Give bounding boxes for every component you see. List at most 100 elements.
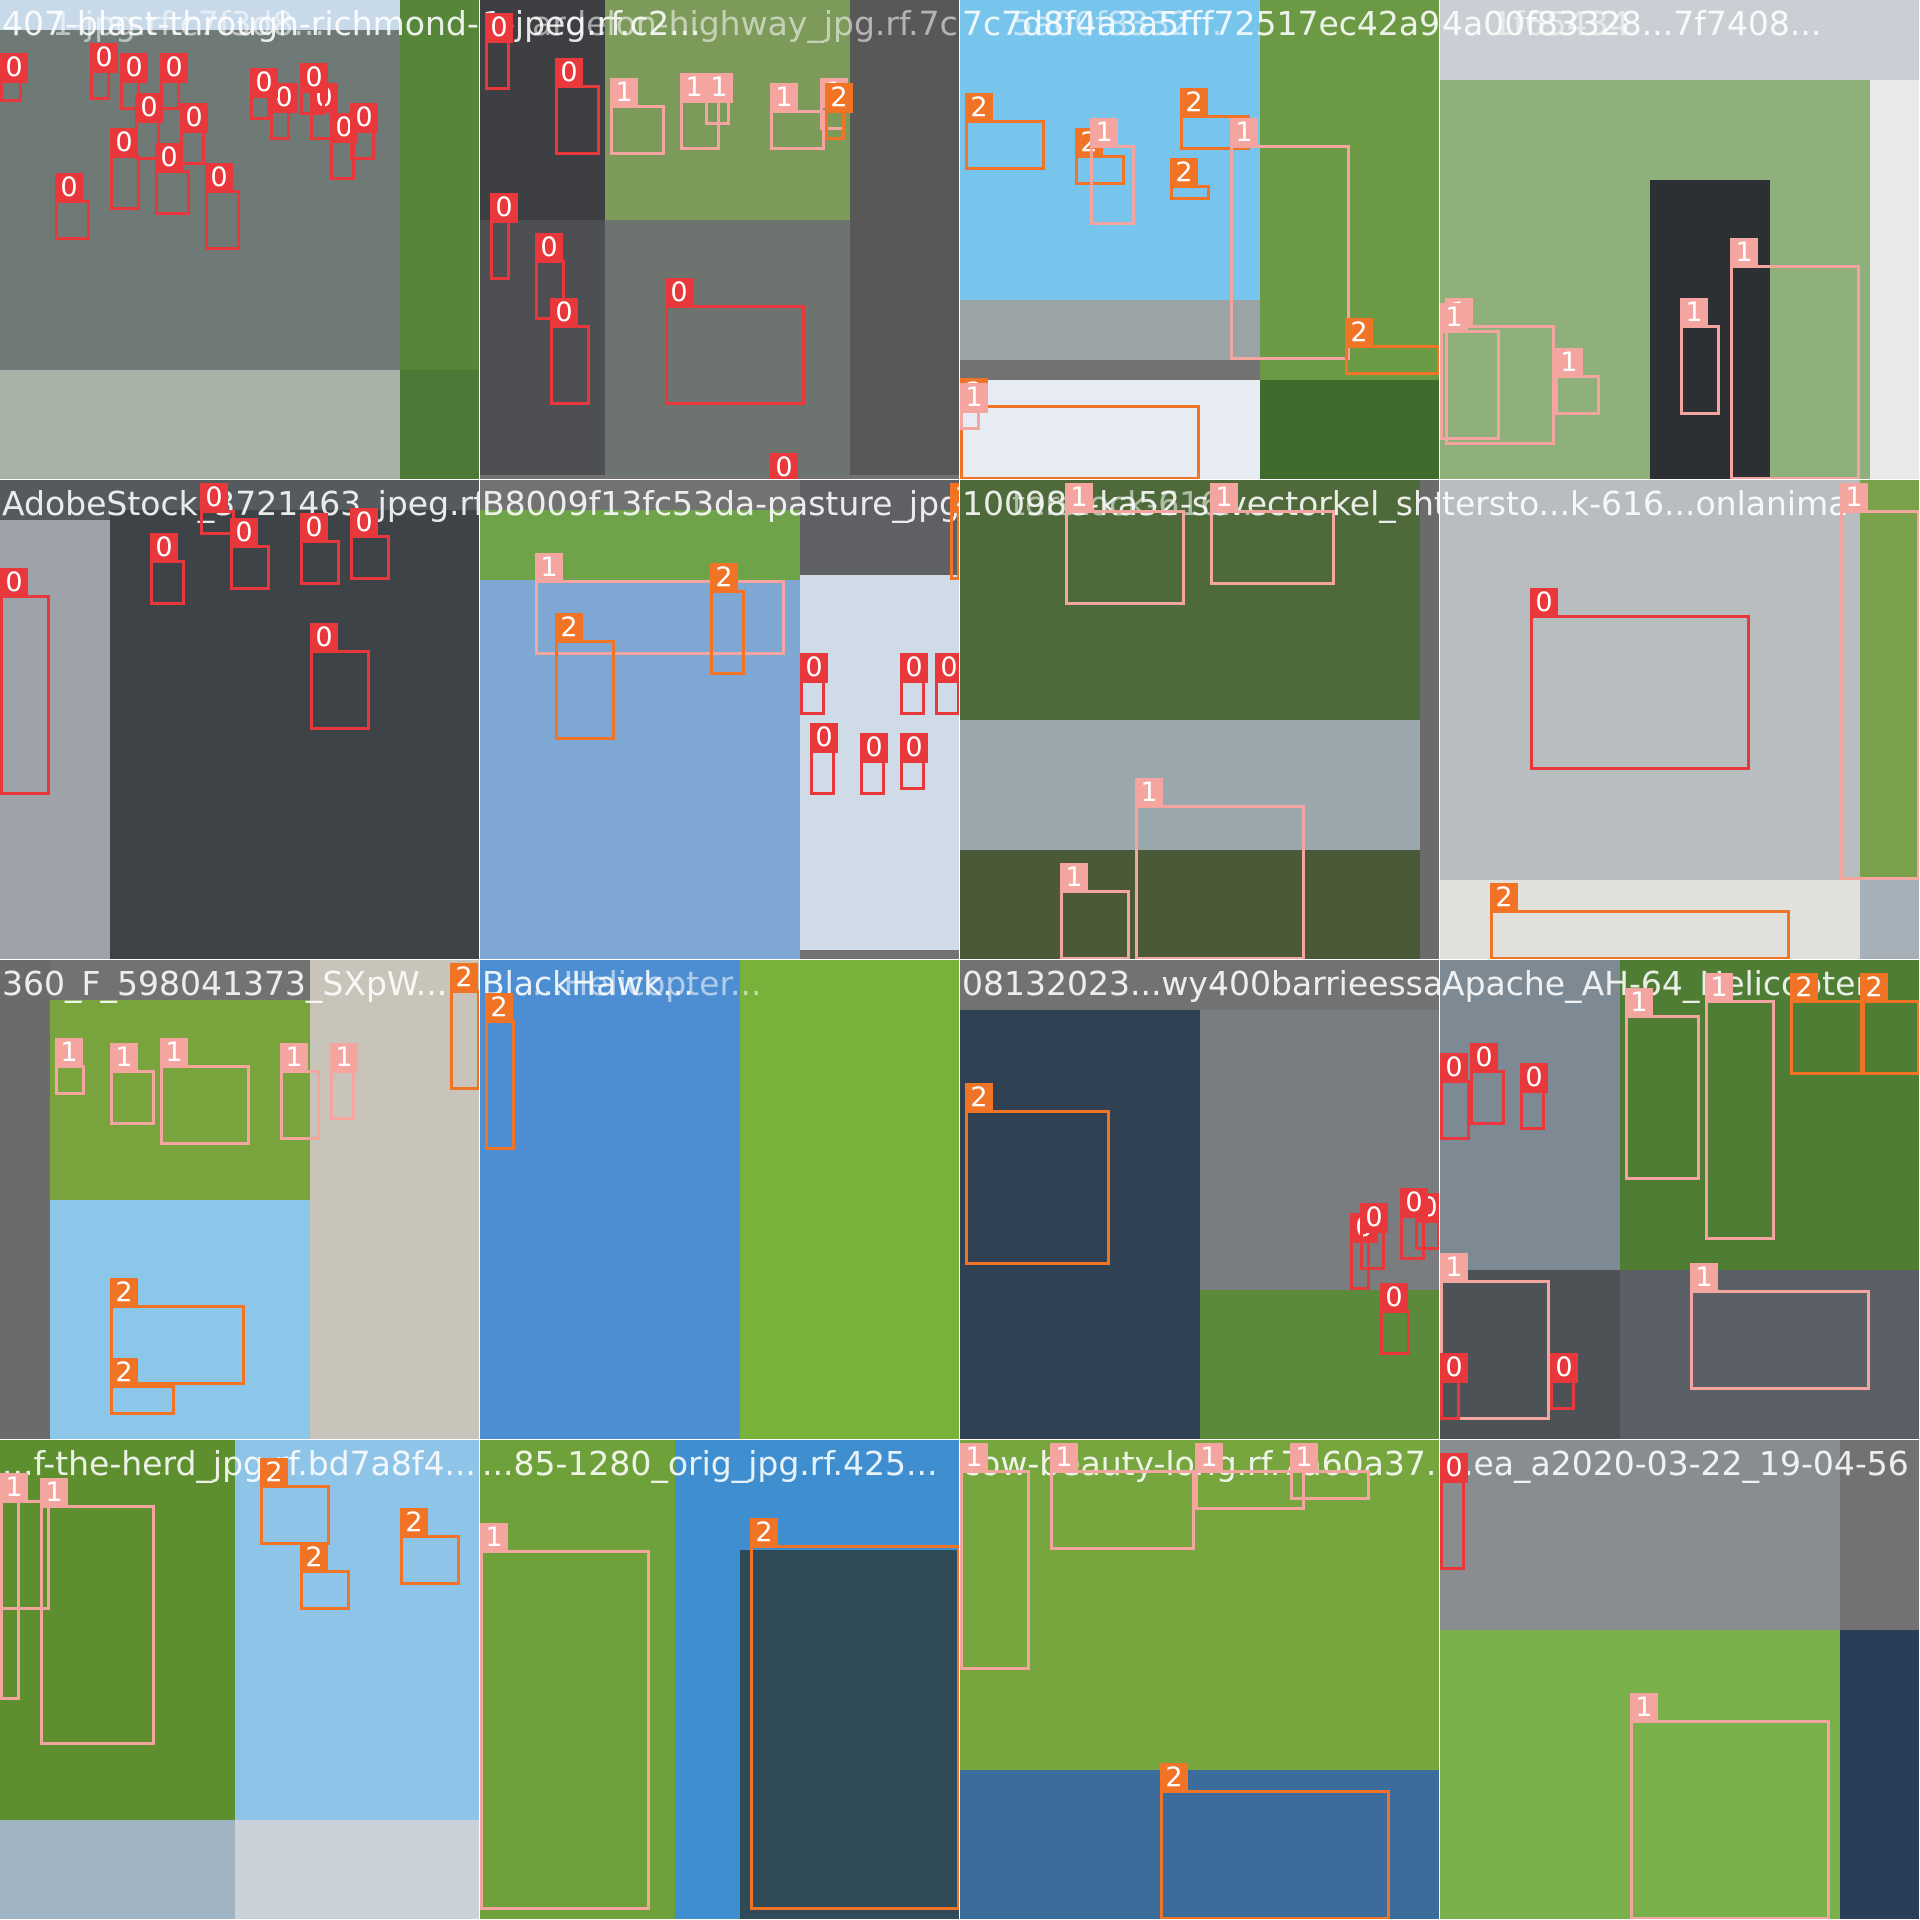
class-id-label: 0 xyxy=(150,533,178,563)
detection-box: 0 xyxy=(200,483,235,535)
photo-region xyxy=(960,300,1260,360)
detection-box: 0 xyxy=(110,128,140,210)
class-id-label: 2 xyxy=(450,963,478,993)
class-id-label: 2 xyxy=(110,1358,138,1388)
detection-box: 1 xyxy=(1195,1443,1305,1510)
photo-region xyxy=(480,960,740,1439)
detection-box: 1 xyxy=(1210,483,1335,585)
detection-box: 2 xyxy=(1790,973,1865,1075)
detection-box: 1 xyxy=(1440,303,1500,440)
class-id-label: 2 xyxy=(1490,883,1518,913)
image-tile: 4a00f83328...7f7408...1f6543411111 xyxy=(1440,0,1919,479)
class-id-label: 1 xyxy=(1730,238,1758,268)
photo-region xyxy=(740,960,959,1439)
detection-box: 0 xyxy=(1530,588,1750,770)
detection-box: 1 xyxy=(40,1478,155,1745)
class-id-label: 1 xyxy=(1090,118,1118,148)
class-id-label: 2 xyxy=(400,1508,428,1538)
class-id-label: 2 xyxy=(110,1278,138,1308)
class-id-label: 0 xyxy=(200,483,228,513)
class-id-label: 0 xyxy=(135,93,163,123)
photo-region xyxy=(235,1820,479,1919)
class-id-label: 1 xyxy=(610,78,638,108)
tile-filename-overlap: 1-jpg.rf.c7f3d8... xyxy=(52,4,325,43)
class-id-label: 0 xyxy=(300,63,328,93)
class-id-label: 1 xyxy=(1290,1443,1318,1473)
class-id-label: 2 xyxy=(965,1083,993,1113)
class-id-label: 0 xyxy=(0,568,28,598)
image-tile: BlackHawk... ...Helicopter... 2 xyxy=(480,960,959,1439)
detection-box: 2 xyxy=(950,483,959,580)
detection-box: 2 xyxy=(1170,158,1210,200)
detection-box: 0 xyxy=(1360,1203,1388,1270)
detection-box: 0 xyxy=(485,13,513,90)
detection-box: 2 xyxy=(400,1508,460,1585)
tile-filename-label: 360_F_598041373_SXpW... xyxy=(2,964,448,1003)
detection-box: 0 xyxy=(310,623,370,730)
detection-box: 2 xyxy=(710,563,745,675)
detection-box: 0 xyxy=(55,173,90,240)
detection-box: 2 xyxy=(965,93,1045,170)
class-id-label: 1 xyxy=(1195,1443,1223,1473)
class-id-label: 0 xyxy=(300,513,328,543)
tile-filename-label: Apache_AH-64_Helicopter_ xyxy=(1442,964,1886,1003)
detection-box: 0 xyxy=(180,103,208,165)
class-id-label: 0 xyxy=(310,623,338,653)
class-id-label: 1 xyxy=(1135,778,1163,808)
class-id-label: 1 xyxy=(110,1043,138,1073)
detection-box: 0 xyxy=(135,93,163,160)
detection-box: 2 xyxy=(1490,883,1790,959)
class-id-label: 0 xyxy=(0,53,28,83)
detection-box: 1 xyxy=(1090,118,1135,225)
image-tile: 08132023...wy400barrieessa...200000 xyxy=(960,960,1439,1439)
detection-box: 2 xyxy=(1345,318,1439,375)
class-id-label: 2 xyxy=(950,483,959,513)
class-id-label: 0 xyxy=(1440,1053,1468,1083)
image-tile: AdobeStock_3721463_jpeg.rf.8...0000000 xyxy=(0,480,479,959)
detection-box: 0 xyxy=(150,533,185,605)
detection-box: 1 xyxy=(960,1443,1030,1670)
class-id-label: 0 xyxy=(55,173,83,203)
detection-box: 1 xyxy=(1730,238,1860,479)
class-id-label: 0 xyxy=(490,193,518,223)
class-id-label: 0 xyxy=(1380,1283,1408,1313)
detection-box: 0 xyxy=(1380,1283,1410,1355)
class-id-label: 1 xyxy=(1065,483,1093,513)
class-id-label: 2 xyxy=(750,1518,778,1548)
class-id-label: 0 xyxy=(110,128,138,158)
class-id-label: 0 xyxy=(120,53,148,83)
class-id-label: 1 xyxy=(1210,483,1238,513)
class-id-label: 2 xyxy=(555,613,583,643)
detection-box: 0 xyxy=(350,103,378,160)
class-id-label: 0 xyxy=(900,653,928,683)
detection-box: 2 xyxy=(300,1543,350,1610)
image-tile: tersto...k-616...onlanima 0 2 1 xyxy=(1440,480,1919,959)
detection-box: 0 xyxy=(900,653,928,715)
class-id-label: 1 xyxy=(1705,973,1733,1003)
detection-box: 1 xyxy=(160,1038,250,1145)
class-id-label: 1 xyxy=(55,1038,83,1068)
photo-region xyxy=(1420,480,1439,959)
detection-box: 1 xyxy=(1290,1443,1370,1500)
class-id-label: 0 xyxy=(535,233,563,263)
image-tile: B8009f13fc53da-pasture_jpg.rf.9e12220000… xyxy=(480,480,959,959)
detection-box: 0 xyxy=(300,513,340,585)
detection-box: 2 xyxy=(750,1518,959,1910)
detection-box: 0 xyxy=(1440,1453,1468,1570)
detection-box: 1 xyxy=(705,73,733,125)
image-tile: 7c7d8f4a3a5fff72517ec42a98a 5a00f8332... 2… xyxy=(960,0,1439,479)
image-tile: ...ea_a2020-03-22_19-04-56 0 1 xyxy=(1440,1440,1919,1919)
photo-region xyxy=(0,1820,235,1919)
tile-filename-label: ...f-the-herd_jpg.rf.bd7a8f4... xyxy=(2,1444,476,1483)
detection-box: 0 xyxy=(900,733,928,790)
detection-box: 0 xyxy=(1400,1188,1428,1260)
detection-box: 1 xyxy=(330,1043,358,1120)
class-id-label: 0 xyxy=(900,733,928,763)
class-id-label: 0 xyxy=(810,723,838,753)
detection-box: 0 xyxy=(205,163,240,250)
tile-filename-label: tersto...k-616...onlanima xyxy=(1442,484,1849,523)
class-id-label: 1 xyxy=(1050,1443,1078,1473)
class-id-label: 1 xyxy=(1625,988,1653,1018)
detection-box: 2 xyxy=(260,1458,330,1545)
image-tile: ...f-the-herd_jpg.rf.bd7a8f4...111222 xyxy=(0,1440,479,1919)
